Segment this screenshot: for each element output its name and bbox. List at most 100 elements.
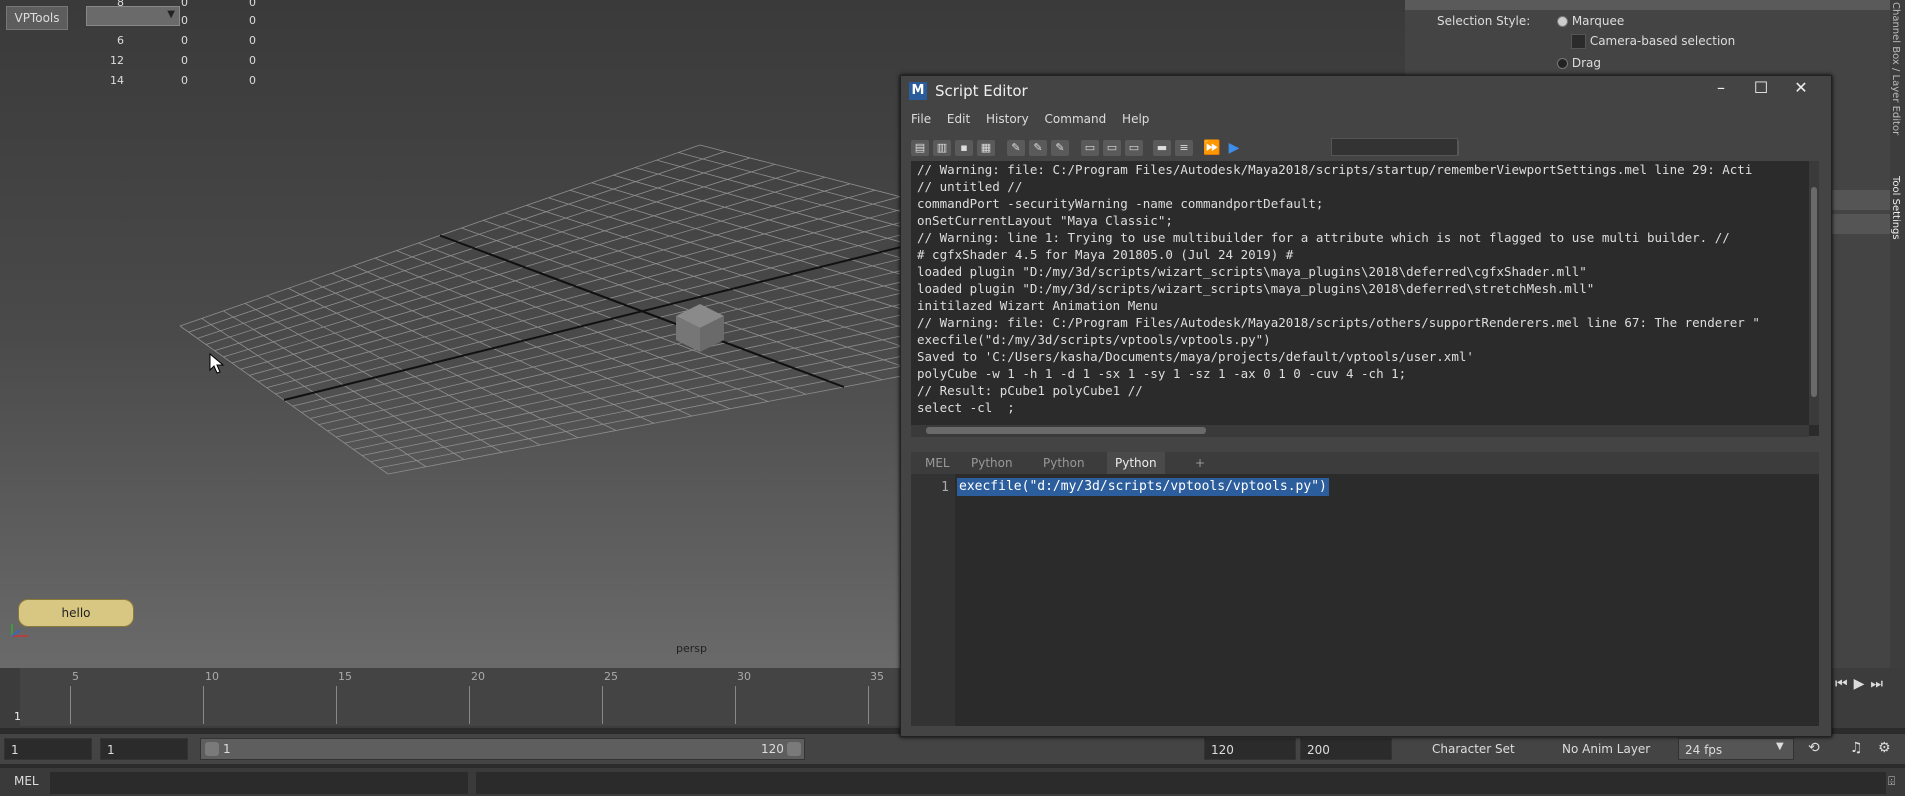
mouse-cursor-icon [209, 352, 225, 374]
hud-value: 6 [117, 34, 124, 47]
history-line: commandPort -securityWarning -name comma… [917, 196, 1324, 211]
search-input[interactable] [1331, 138, 1458, 156]
hud-value: 0 [181, 0, 188, 9]
tab-channel-box[interactable]: Channel Box / Layer Editor [1890, 2, 1901, 135]
script-editor-window[interactable]: M Script Editor – ☐ ✕ File Edit History Co… [900, 75, 1832, 737]
timeline-tick-label: 30 [737, 670, 751, 683]
hud-value: 0 [181, 34, 188, 47]
timeline-tick [735, 686, 736, 724]
history-output[interactable]: // Warning: file: C:/Program Files/Autod… [911, 161, 1819, 436]
show-history-icon[interactable]: ▭ [1081, 140, 1099, 156]
script-editor-titlebar[interactable]: M Script Editor – ☐ ✕ [901, 76, 1831, 106]
play-forward-icon[interactable]: ▶ [1854, 676, 1871, 692]
timeline-tick [70, 686, 71, 724]
settings-icon[interactable]: ⚙ [1878, 740, 1891, 756]
marquee-radio[interactable] [1557, 16, 1568, 27]
range-end-handle[interactable] [787, 742, 801, 756]
anim-layer-dropdown[interactable]: No Anim Layer [1562, 742, 1650, 756]
clear-input-icon[interactable]: ✎ [1029, 140, 1047, 156]
command-input[interactable] [50, 772, 468, 794]
menu-file[interactable]: File [911, 112, 931, 126]
loop-icon[interactable]: ⟲ [1808, 740, 1820, 756]
history-line: execfile("d:/my/3d/scripts/vptools/vptoo… [917, 332, 1271, 347]
hud-value: 0 [249, 74, 256, 87]
range-slider-start-label: 1 [223, 742, 231, 756]
tab-python-1[interactable]: Python [963, 452, 1021, 474]
end-time-field[interactable]: 200 [1300, 738, 1392, 760]
source-script-icon[interactable]: ▥ [933, 140, 951, 156]
character-set-dropdown[interactable]: Character Set [1432, 742, 1515, 756]
save-script-icon[interactable]: ▪ [955, 140, 973, 156]
history-line: select -cl ; [917, 400, 1015, 415]
camera-based-label: Camera-based selection [1589, 34, 1736, 48]
menu-history[interactable]: History [986, 112, 1029, 126]
history-vertical-scrollbar[interactable] [1809, 161, 1819, 425]
hud-value: 8 [117, 0, 124, 9]
axis-indicator-icon [11, 624, 28, 637]
range-start-handle[interactable] [205, 742, 219, 756]
range-slider[interactable]: 1 120 [200, 738, 805, 760]
open-script-icon[interactable]: ▤ [911, 140, 929, 156]
hud-value: 0 [181, 54, 188, 67]
marquee-option[interactable]: Marquee [1557, 14, 1624, 28]
marquee-label: Marquee [1571, 14, 1625, 28]
tab-python-3[interactable]: Python [1107, 452, 1165, 474]
history-line: // Result: pCube1 polyCube1 // [917, 383, 1143, 398]
hud-value: 0 [181, 74, 188, 87]
camera-label: persp [676, 642, 707, 655]
command-language-label[interactable]: MEL [14, 774, 39, 788]
save-to-shelf-icon[interactable]: ▦ [977, 140, 995, 156]
timeline-tick-label: 10 [205, 670, 219, 683]
history-line: // untitled // [917, 179, 1023, 194]
clear-history-icon[interactable]: ✎ [1007, 140, 1025, 156]
line-numbers-icon[interactable]: ≡ [1175, 140, 1193, 156]
menu-edit[interactable]: Edit [947, 112, 970, 126]
camera-based-checkbox[interactable] [1571, 34, 1586, 49]
history-line: onSetCurrentLayout "Maya Classic"; [917, 213, 1173, 228]
minimize-icon[interactable]: – [1701, 78, 1741, 97]
selected-code[interactable]: execfile("d:/my/3d/scripts/vptools/vptoo… [957, 478, 1329, 496]
tab-mel[interactable]: MEL [917, 452, 958, 474]
script-input-editor[interactable]: 1 execfile("d:/my/3d/scripts/vptools/vpt… [911, 474, 1819, 726]
menu-help[interactable]: Help [1122, 112, 1149, 126]
maximize-icon[interactable]: ☐ [1741, 78, 1781, 97]
tab-python-2[interactable]: Python [1035, 452, 1093, 474]
drag-option[interactable]: Drag [1557, 56, 1601, 70]
script-editor-shortcut-icon[interactable]: ⌹ [1888, 774, 1895, 789]
history-horizontal-scrollbar[interactable] [911, 425, 1809, 437]
history-line: loaded plugin "D:/my/3d/scripts/wizart_s… [917, 281, 1595, 296]
add-tab-button[interactable]: + [1187, 452, 1213, 474]
timeline-tick-label: 25 [604, 670, 618, 683]
history-line: initilazed Wizart Animation Menu [917, 298, 1158, 313]
execute-icon[interactable]: ▶ [1225, 140, 1243, 156]
cube-object[interactable] [670, 300, 730, 356]
clear-all-icon[interactable]: ✎ [1051, 140, 1069, 156]
section-header-common-selection[interactable] [1405, 0, 1895, 10]
show-both-icon[interactable]: ▭ [1125, 140, 1143, 156]
scroll-thumb[interactable] [926, 427, 1206, 434]
execute-all-icon[interactable]: ⏩ [1203, 140, 1221, 156]
tab-tool-settings[interactable]: Tool Settings [1890, 176, 1901, 240]
step-end-icon[interactable]: ⏭ [1870, 676, 1889, 692]
close-icon[interactable]: ✕ [1781, 78, 1821, 97]
playback-end-field[interactable]: 120 [1204, 738, 1296, 760]
menu-command[interactable]: Command [1045, 112, 1107, 126]
drag-radio[interactable] [1557, 58, 1568, 69]
line-number-gutter: 1 [911, 474, 955, 726]
hud-value: 14 [110, 74, 124, 87]
hud-row: 6 0 0 [0, 34, 260, 48]
playback-start-field[interactable]: 1 [100, 738, 188, 760]
step-back-key-icon[interactable]: ⏮ [1835, 676, 1854, 692]
window-controls: – ☐ ✕ [1701, 78, 1821, 97]
playback-controls[interactable]: ⏮▶⏭ [1835, 676, 1889, 692]
echo-commands-icon[interactable]: ▬ [1153, 140, 1171, 156]
camera-based-option[interactable]: Camera-based selection [1571, 34, 1735, 49]
history-line: // Warning: file: C:/Program Files/Autod… [917, 162, 1753, 177]
hud-value: 12 [110, 54, 124, 67]
show-input-icon[interactable]: ▭ [1103, 140, 1121, 156]
audio-icon[interactable]: ♫ [1850, 740, 1863, 756]
history-line: // Warning: file: C:/Program Files/Autod… [917, 315, 1760, 330]
start-time-field[interactable]: 1 [4, 738, 92, 760]
scroll-thumb[interactable] [1811, 187, 1817, 397]
menu-bar: File Edit History Command Help [911, 112, 1821, 134]
